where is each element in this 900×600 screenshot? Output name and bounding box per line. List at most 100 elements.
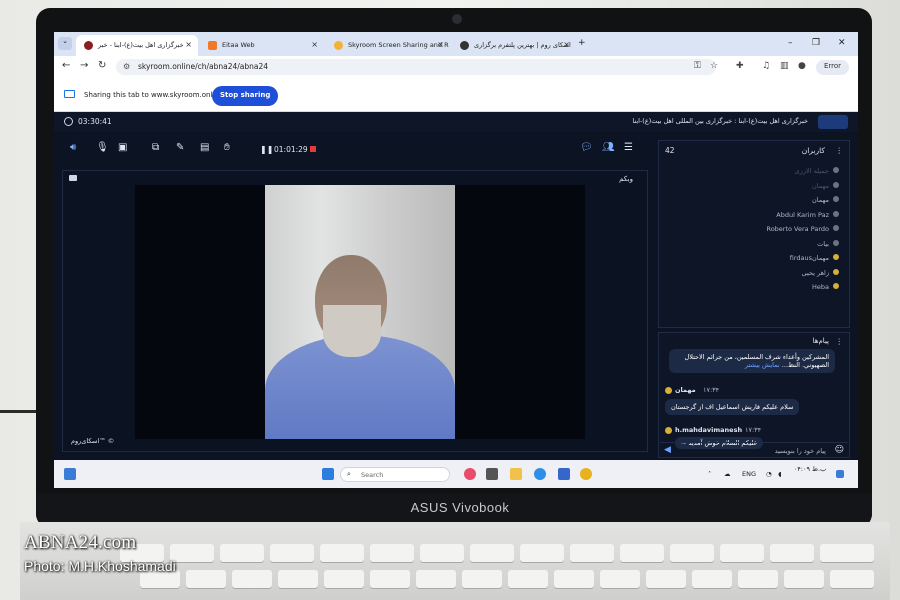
wifi-icon[interactable]: ◔ bbox=[766, 470, 772, 478]
room-title: خبرگزاری اهل بیت(ع)-ابنا : خبرگزاری بین … bbox=[632, 117, 808, 125]
message-time: ۱۷:۳۴ bbox=[703, 386, 720, 394]
key bbox=[570, 544, 614, 562]
minimize-icon[interactable]: – bbox=[788, 38, 793, 48]
app-header: 03:30:41 خبرگزاری اهل بیت(ع)-ابنا : خبرگ… bbox=[54, 112, 858, 132]
skyroom-favicon-icon bbox=[460, 41, 469, 50]
reload-icon[interactable]: ↻ bbox=[98, 60, 106, 71]
key bbox=[554, 570, 594, 588]
network-icon[interactable]: ☁ bbox=[724, 470, 731, 478]
widgets-icon[interactable] bbox=[64, 468, 76, 480]
pause-icon[interactable]: ❚❚ bbox=[260, 145, 273, 154]
volume-icon[interactable]: ◖ bbox=[778, 470, 781, 478]
url-text: skyroom.online/ch/abna24/abna24 bbox=[138, 62, 269, 71]
key bbox=[170, 544, 214, 562]
camera-off-icon[interactable]: ▣ bbox=[118, 142, 127, 153]
close-icon[interactable]: × bbox=[563, 40, 570, 49]
menu-icon[interactable]: ☰ bbox=[624, 142, 633, 153]
screen-share-icon bbox=[64, 90, 75, 98]
chat-input[interactable]: ◀ پیام خود را بنویسید ☺ bbox=[660, 442, 848, 458]
close-icon[interactable]: × bbox=[437, 40, 444, 49]
laptop-screen: ⌄ خبرگزاری اهل بیت(ع)-ابنا - خبر × Eitaa… bbox=[54, 32, 858, 488]
close-icon[interactable]: × bbox=[185, 40, 192, 49]
stop-sharing-button[interactable]: Stop sharing bbox=[212, 86, 279, 106]
chrome-icon[interactable] bbox=[580, 468, 592, 480]
mic-muted-icon[interactable]: 🎙︎ bbox=[96, 142, 109, 153]
edge-icon[interactable] bbox=[534, 468, 546, 480]
show-more-link[interactable]: نمایش بیشتر bbox=[745, 361, 780, 369]
clock[interactable]: ۰۴:۰۹ ب.ظ bbox=[790, 465, 830, 473]
message-sender: h.mahdavimanesh bbox=[675, 426, 743, 434]
chat-icon[interactable]: 💬︎ bbox=[580, 142, 593, 153]
user-icon bbox=[833, 181, 839, 188]
task-view-icon[interactable] bbox=[486, 468, 498, 480]
tray-chevron-icon[interactable]: ˄ bbox=[708, 470, 711, 478]
user-item[interactable]: جمیله الازری bbox=[669, 167, 839, 182]
abna-favicon-icon bbox=[84, 41, 93, 50]
stop-record-icon[interactable] bbox=[310, 146, 316, 152]
video-frame bbox=[135, 185, 585, 439]
user-icon bbox=[833, 167, 839, 173]
users-icon[interactable]: 👥︎ bbox=[602, 142, 615, 153]
key bbox=[520, 544, 564, 562]
user-avatar bbox=[665, 387, 672, 394]
more-options-icon[interactable]: ⋮ bbox=[836, 337, 844, 346]
forward-arrow-icon[interactable]: → bbox=[80, 60, 88, 71]
site-settings-icon[interactable]: ⚙ bbox=[123, 62, 130, 71]
key bbox=[470, 544, 514, 562]
messages-panel: پیام‌ها ⋮ المشركين وأعداء شرف المسلمين، … bbox=[658, 332, 850, 458]
tab-eitaa[interactable]: Eitaa Web × bbox=[200, 35, 324, 56]
speaker-icon[interactable]: 🔊︎ bbox=[70, 142, 76, 153]
sidebar-icon[interactable]: ▥ bbox=[780, 61, 789, 71]
users-title: کاربران bbox=[801, 146, 825, 155]
notification-icon[interactable] bbox=[836, 470, 844, 478]
close-window-icon[interactable]: ✕ bbox=[838, 38, 846, 48]
taskbar-search[interactable]: ⌕ Search bbox=[340, 467, 450, 482]
user-item[interactable]: بیات bbox=[669, 239, 839, 255]
error-button[interactable]: Error bbox=[816, 60, 850, 75]
file-explorer-icon[interactable] bbox=[510, 468, 522, 480]
user-item[interactable]: مهمان bbox=[669, 196, 839, 211]
send-icon[interactable]: ◀ bbox=[664, 445, 671, 455]
search-icon: ⌕ bbox=[347, 470, 351, 478]
folder-icon[interactable]: ▤ bbox=[200, 142, 209, 153]
key bbox=[420, 544, 464, 562]
tab-label: Skyroom Screen Sharing and R bbox=[348, 41, 449, 49]
screen-share-icon[interactable]: ⧉ bbox=[152, 142, 159, 153]
cable bbox=[0, 410, 40, 413]
close-icon[interactable]: × bbox=[311, 40, 318, 49]
user-item[interactable]: Abdul Karim Paz bbox=[669, 210, 839, 226]
user-item[interactable]: Heba bbox=[669, 283, 839, 298]
users-count: 42 bbox=[665, 146, 675, 155]
tab-abna[interactable]: خبرگزاری اهل بیت(ع)-ابنا - خبر × bbox=[76, 35, 198, 56]
star-icon[interactable]: ☆ bbox=[710, 61, 718, 71]
key bbox=[370, 544, 414, 562]
tab-search-button[interactable]: ⌄ bbox=[58, 37, 72, 50]
more-options-icon[interactable]: ⋮ bbox=[836, 146, 844, 155]
tab-label: Eitaa Web bbox=[222, 41, 255, 49]
user-icon bbox=[833, 283, 839, 289]
user-item[interactable]: firdausمهمان bbox=[669, 254, 839, 269]
emoji-icon[interactable]: ☺ bbox=[835, 445, 844, 455]
restore-icon[interactable]: ❐ bbox=[812, 38, 820, 48]
tab-skyroom-sharing[interactable]: Skyroom Screen Sharing and R × bbox=[326, 35, 450, 56]
store-icon[interactable] bbox=[558, 468, 570, 480]
user-item[interactable]: Roberto Vera Pardo bbox=[669, 225, 839, 240]
back-arrow-icon[interactable]: ← bbox=[62, 60, 70, 71]
user-item[interactable]: مهمان bbox=[669, 181, 839, 197]
key-icon[interactable]: ⚿ bbox=[694, 61, 701, 71]
raise-hand-icon[interactable]: ✋︎ bbox=[224, 142, 230, 153]
tab-skyroom[interactable]: اسکای روم | بهترین پلتفرم برگزاری × bbox=[452, 35, 576, 56]
extensions-icon[interactable]: ✚ bbox=[736, 61, 744, 71]
webcam-lens bbox=[452, 14, 462, 24]
new-tab-button[interactable]: + bbox=[578, 38, 586, 48]
profile-icon[interactable]: ● bbox=[798, 61, 806, 71]
language-indicator[interactable]: ENG bbox=[742, 470, 756, 478]
user-avatar bbox=[665, 427, 672, 434]
copilot-icon[interactable] bbox=[464, 468, 476, 480]
key bbox=[830, 570, 874, 588]
url-field[interactable]: ⚙ skyroom.online/ch/abna24/abna24 bbox=[116, 59, 716, 75]
media-icon[interactable]: ♫ bbox=[762, 61, 770, 71]
user-item[interactable]: زاهر یحیی bbox=[669, 268, 839, 284]
brush-icon[interactable]: ✎ bbox=[176, 142, 184, 153]
start-icon[interactable] bbox=[322, 468, 334, 480]
